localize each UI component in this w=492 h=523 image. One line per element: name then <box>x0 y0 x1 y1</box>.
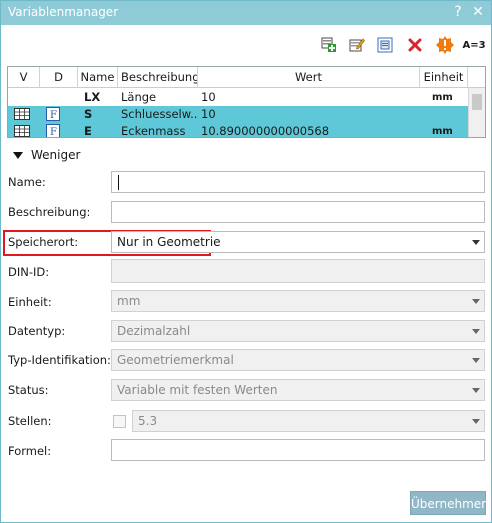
speicherort-label: Speicherort: <box>8 235 79 249</box>
variable-manager-window: Variablenmanager ? ✕ A=3 V D Name Beschr… <box>0 0 492 523</box>
din-id-label: DIN-ID: <box>8 265 50 279</box>
edit-icon[interactable] <box>347 35 367 55</box>
din-id-input[interactable] <box>111 259 485 283</box>
formula-icon: F <box>46 106 66 123</box>
svg-text:F: F <box>50 127 57 138</box>
cell-name: E <box>84 124 92 138</box>
close-button[interactable]: ✕ <box>469 3 487 21</box>
table-scrollbar[interactable] <box>468 88 485 137</box>
column-header-v[interactable]: V <box>8 67 40 88</box>
formel-input[interactable] <box>111 439 485 461</box>
chevron-down-icon[interactable] <box>467 411 484 431</box>
cell-einheit <box>420 106 468 123</box>
cell-wert: 10 <box>201 90 216 104</box>
column-header-einheit[interactable]: Einheit <box>420 67 468 88</box>
chevron-down-icon[interactable] <box>467 321 484 341</box>
status-select[interactable]: Variable mit festen Werten <box>111 379 485 401</box>
table-row[interactable]: LX Länge 10 mm <box>8 89 468 106</box>
stellen-label: Stellen: <box>8 414 52 428</box>
scrollbar-thumb[interactable] <box>472 94 482 110</box>
column-header-d[interactable]: D <box>40 67 78 88</box>
formula-icon: F <box>46 123 66 138</box>
chevron-down-icon[interactable] <box>467 232 484 252</box>
datentyp-select[interactable]: Dezimalzahl <box>111 320 485 342</box>
cell-beschreibung: Länge <box>121 90 157 104</box>
cell-name: LX <box>84 90 101 104</box>
column-header-beschreibung[interactable]: Beschreibung <box>118 67 198 88</box>
add-variable-icon[interactable] <box>319 35 339 55</box>
variables-table: V D Name Beschreibung Wert Einheit LX Lä… <box>7 66 486 138</box>
table-row[interactable]: F S Schluesselw... 10 <box>8 106 468 123</box>
help-button[interactable]: ? <box>449 3 467 21</box>
cell-wert: 10.890000000000568 <box>201 124 330 138</box>
collapse-triangle-icon <box>13 151 23 159</box>
weniger-toggle[interactable]: Weniger <box>13 147 80 163</box>
cell-name: S <box>84 107 93 121</box>
beschreibung-input[interactable] <box>111 201 485 223</box>
chevron-down-icon[interactable] <box>467 350 484 370</box>
name-label: Name: <box>8 175 46 189</box>
table-header: V D Name Beschreibung Wert Einheit <box>8 67 485 88</box>
assign-icon[interactable]: A=3 <box>461 35 487 55</box>
name-input[interactable] <box>111 171 485 193</box>
stellen-checkbox[interactable] <box>113 415 126 428</box>
cell-beschreibung: Eckenmass <box>121 124 186 138</box>
chevron-down-icon[interactable] <box>467 380 484 400</box>
column-header-name[interactable]: Name <box>78 67 118 88</box>
toolbar: A=3 <box>1 35 491 57</box>
warning-icon[interactable] <box>435 35 455 55</box>
table-icon <box>8 123 40 137</box>
table-row[interactable]: F E Eckenmass 10.890000000000568 mm <box>8 123 468 138</box>
apply-button[interactable]: Übernehmen <box>410 491 489 515</box>
stellen-select[interactable]: 5.3 <box>132 410 485 432</box>
cell-beschreibung: Schluesselw... <box>121 107 198 121</box>
einheit-label: Einheit: <box>8 295 52 309</box>
table-icon <box>8 106 40 123</box>
datentyp-label: Datentyp: <box>8 324 66 338</box>
delete-icon[interactable] <box>405 35 425 55</box>
column-header-wert[interactable]: Wert <box>198 67 420 88</box>
typ-identifikation-select[interactable]: Geometriemerkmal <box>111 349 485 371</box>
window-title: Variablenmanager <box>8 5 119 19</box>
svg-text:F: F <box>50 110 57 121</box>
cell-einheit: mm <box>432 126 453 137</box>
title-bar: Variablenmanager ? ✕ <box>1 1 491 25</box>
text-cursor <box>118 175 119 190</box>
beschreibung-label: Beschreibung: <box>8 205 91 219</box>
typ-identifikation-label: Typ-Identifikation: <box>8 353 111 367</box>
status-label: Status: <box>8 383 49 397</box>
chevron-down-icon[interactable] <box>467 291 484 311</box>
cell-wert: 10 <box>201 107 216 121</box>
cell-einheit: mm <box>432 92 453 103</box>
formel-label: Formel: <box>8 444 52 458</box>
weniger-label: Weniger <box>31 148 81 162</box>
einheit-select[interactable]: mm <box>111 290 485 312</box>
copy-icon[interactable] <box>375 35 395 55</box>
speicherort-select[interactable]: Nur in Geometrie <box>111 231 485 253</box>
